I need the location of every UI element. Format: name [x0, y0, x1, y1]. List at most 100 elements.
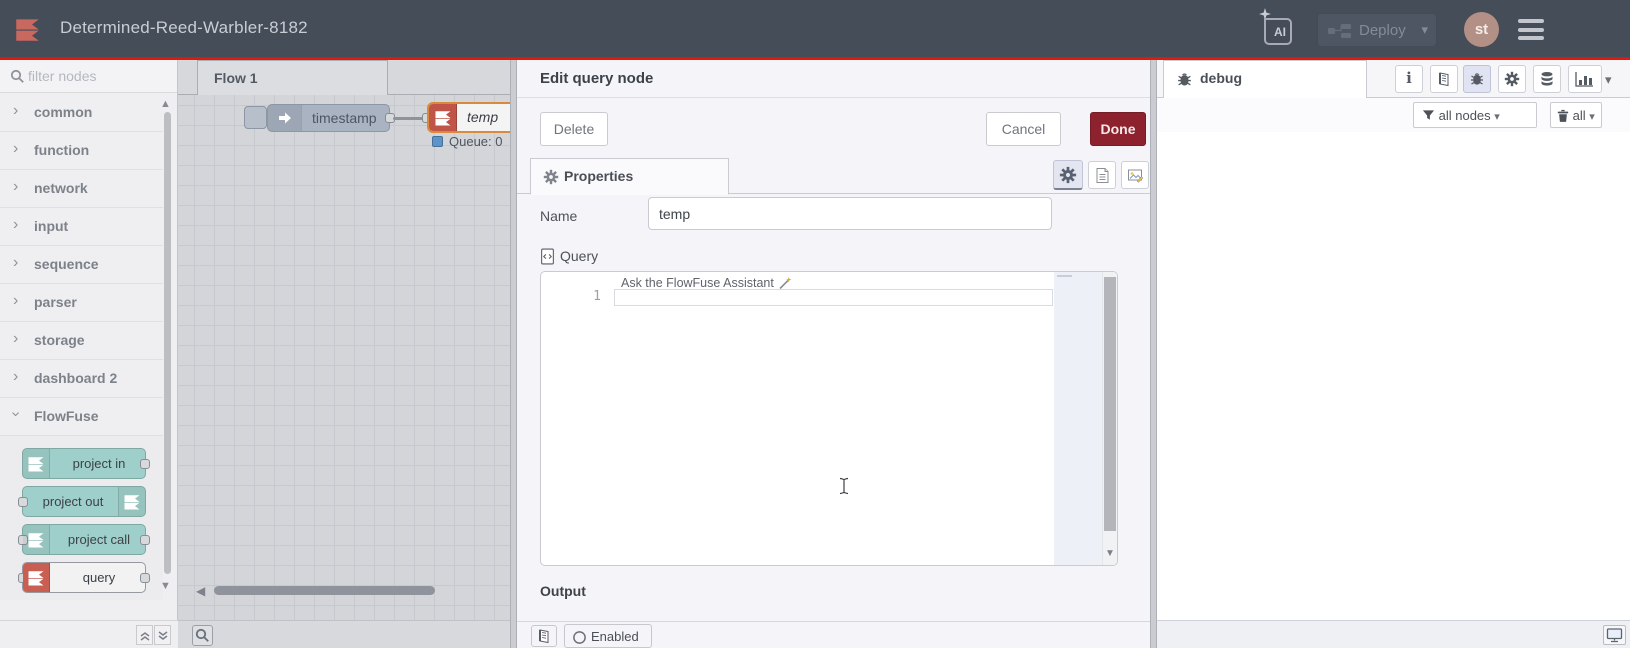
gear-icon — [1504, 71, 1520, 87]
chevron-right-icon: › — [13, 330, 19, 347]
sidebar-resize-handle[interactable] — [1150, 60, 1157, 648]
chevron-right-icon: › — [13, 216, 19, 233]
palette-node-project-in[interactable]: project in — [22, 448, 150, 479]
appearance-tab-button[interactable] — [1121, 161, 1149, 189]
config-nodes-tab-button[interactable] — [1498, 65, 1526, 93]
tray-resize-handle[interactable] — [510, 60, 517, 648]
collapse-all-button[interactable] — [136, 625, 153, 645]
palette-category-storage[interactable]: › storage — [0, 322, 163, 360]
tray-title: Edit query node — [540, 70, 654, 87]
deploy-label: Deploy — [1359, 22, 1406, 39]
bug-icon — [1178, 73, 1191, 86]
palette-footer — [0, 620, 178, 648]
inject-trigger-button[interactable] — [244, 106, 267, 129]
context-data-tab-button[interactable] — [1533, 65, 1561, 93]
main-menu-icon[interactable] — [1518, 19, 1546, 41]
palette-node-project-out[interactable]: project out — [18, 486, 146, 517]
node-help-button[interactable] — [531, 625, 557, 647]
help-tab-button[interactable] — [1430, 65, 1458, 93]
funnel-icon — [1422, 110, 1435, 120]
deploy-caret-icon[interactable]: ▾ — [1421, 22, 1428, 38]
scroll-up-icon[interactable]: ▲ — [160, 98, 171, 110]
scroll-left-icon[interactable]: ◀ — [196, 584, 205, 598]
debug-tab-button[interactable] — [1463, 65, 1491, 93]
tab-debug[interactable]: debug — [1163, 60, 1367, 98]
node-temp-selected[interactable]: temp — [427, 102, 517, 133]
bar-chart-icon — [1575, 72, 1593, 87]
delete-button[interactable]: Delete — [540, 112, 608, 146]
output-port[interactable] — [140, 459, 150, 469]
output-port[interactable] — [140, 573, 150, 583]
palette-category-flowfuse[interactable]: › FlowFuse — [0, 398, 163, 436]
tab-properties[interactable]: Properties — [530, 158, 729, 195]
text-cursor — [839, 477, 849, 495]
palette-node-query[interactable]: query — [18, 562, 150, 593]
search-icon — [195, 628, 209, 642]
palette-category-common[interactable]: › common — [0, 94, 163, 132]
header: Determined-Reed-Warbler-8182 AI Deploy ▾… — [0, 0, 1630, 60]
deploy-button[interactable]: Deploy ▾ — [1317, 13, 1437, 47]
palette-scrollbar[interactable] — [164, 112, 171, 574]
chevron-down-icon: › — [7, 411, 25, 417]
ai-label: AI — [1264, 18, 1292, 45]
caret-down-icon: ▾ — [1494, 111, 1500, 123]
filter-nodes-button[interactable]: all nodes ▾ — [1413, 102, 1537, 128]
node-timestamp[interactable]: timestamp — [267, 104, 390, 132]
node-palette: › common › function › network › input › … — [0, 60, 178, 648]
project-title: Determined-Reed-Warbler-8182 — [60, 18, 308, 37]
edit-form: Name Query 1 Ask the FlowFuse Assistant — [517, 195, 1150, 621]
clear-messages-button[interactable]: all ▾ — [1550, 102, 1602, 128]
flowfuse-query-icon — [435, 111, 451, 126]
query-code-editor[interactable]: 1 Ask the FlowFuse Assistant ▼ — [540, 271, 1118, 566]
double-chevron-up-icon — [140, 632, 149, 641]
done-button[interactable]: Done — [1090, 112, 1146, 146]
info-tab-button[interactable]: i — [1395, 65, 1423, 93]
dashboard-tab-button[interactable] — [1568, 65, 1602, 93]
scroll-down-icon[interactable]: ▼ — [1105, 548, 1115, 559]
flow-tabbar: Flow 1 — [178, 60, 517, 95]
double-chevron-down-icon — [158, 631, 167, 640]
open-in-new-window-button[interactable] — [1603, 625, 1626, 645]
scrollbar-thumb[interactable] — [1104, 277, 1116, 531]
query-icon-region — [429, 104, 457, 131]
scroll-down-icon[interactable]: ▼ — [160, 580, 171, 592]
description-tab-button[interactable] — [1088, 161, 1116, 189]
search-icon — [10, 69, 24, 83]
wire[interactable] — [393, 117, 425, 120]
editor-minimap[interactable] — [1054, 272, 1102, 565]
horizontal-scrollbar[interactable] — [214, 586, 435, 595]
book-icon — [539, 629, 549, 644]
tray-tabbar: Properties — [517, 155, 1150, 195]
magic-wand-icon — [779, 277, 792, 290]
tab-flow-1[interactable]: Flow 1 — [197, 60, 388, 95]
palette-category-function[interactable]: › function — [0, 132, 163, 170]
palette-category-input[interactable]: › input — [0, 208, 163, 246]
zoom-search-button[interactable] — [192, 625, 213, 646]
editor-scrollbar[interactable]: ▼ — [1102, 272, 1117, 565]
expand-all-button[interactable] — [154, 625, 171, 645]
queue-status-dot — [432, 136, 443, 147]
ai-assistant-button[interactable]: AI — [1259, 8, 1294, 46]
name-input[interactable] — [648, 197, 1052, 230]
name-label: Name — [540, 208, 578, 224]
assistant-placeholder[interactable]: Ask the FlowFuse Assistant — [621, 273, 792, 290]
canvas-grid[interactable] — [178, 95, 517, 620]
sidebar-menu-caret-icon[interactable]: ▾ — [1605, 72, 1612, 88]
properties-tab-button[interactable] — [1053, 160, 1083, 190]
palette-node-project-call[interactable]: project call — [18, 524, 150, 555]
enabled-toggle[interactable]: Enabled — [564, 624, 652, 648]
inject-icon-region — [268, 105, 302, 131]
current-line-highlight — [614, 289, 1053, 306]
palette-category-parser[interactable]: › parser — [0, 284, 163, 322]
cancel-button[interactable]: Cancel — [986, 112, 1061, 146]
user-avatar[interactable]: st — [1464, 12, 1499, 47]
palette-category-sequence[interactable]: › sequence — [0, 246, 163, 284]
filter-nodes-input[interactable] — [28, 64, 168, 88]
trash-icon — [1557, 109, 1569, 122]
output-port[interactable] — [140, 535, 150, 545]
circle-status-icon — [573, 631, 586, 644]
palette-category-network[interactable]: › network — [0, 170, 163, 208]
palette-category-dashboard2[interactable]: › dashboard 2 — [0, 360, 163, 398]
monitor-icon — [1606, 628, 1623, 643]
bug-icon — [1471, 73, 1483, 85]
